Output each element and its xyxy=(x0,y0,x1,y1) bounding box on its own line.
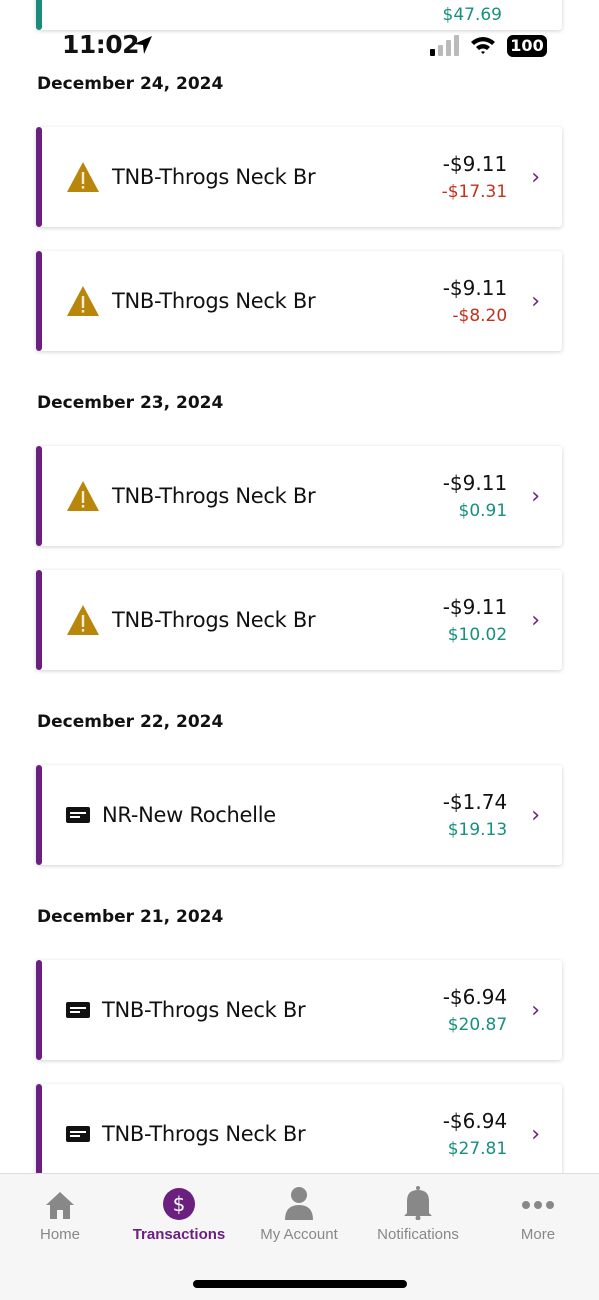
date-header: December 23, 2024 xyxy=(37,393,224,413)
home-indicator xyxy=(193,1280,407,1288)
transaction-name: TNB-Throgs Neck Br xyxy=(102,1122,306,1146)
balance: $10.02 xyxy=(447,625,508,645)
amount: -$9.11 xyxy=(442,471,508,495)
date-header: December 24, 2024 xyxy=(37,74,224,94)
chevron-right-icon: › xyxy=(531,802,540,828)
balance: $0.91 xyxy=(458,501,508,521)
balance: -$8.20 xyxy=(452,306,508,326)
more-icon xyxy=(478,1186,598,1220)
balance: $20.87 xyxy=(447,1015,508,1035)
amount: -$9.11 xyxy=(442,276,508,300)
battery-icon: 100 xyxy=(507,35,547,57)
person-icon xyxy=(239,1186,359,1220)
tab-label: Notifications xyxy=(377,1226,459,1243)
clock: 11:02 xyxy=(62,30,140,59)
chevron-right-icon: › xyxy=(531,164,540,190)
message-icon xyxy=(66,1002,90,1018)
card-accent-bar xyxy=(36,446,42,546)
location-arrow-icon xyxy=(134,36,152,54)
signal-icon xyxy=(430,35,459,56)
tab-label: My Account xyxy=(260,1226,338,1243)
amount: -$9.11 xyxy=(442,595,508,619)
home-icon xyxy=(0,1186,120,1220)
chevron-right-icon: › xyxy=(531,997,540,1023)
transaction-card[interactable]: $47.69 xyxy=(36,0,562,30)
message-icon xyxy=(66,1126,90,1142)
status-bar: 11:02 100 xyxy=(0,30,599,64)
tab-home[interactable]: Home xyxy=(0,1186,120,1243)
transaction-name: TNB-Throgs Neck Br xyxy=(112,484,316,508)
bell-icon xyxy=(358,1186,478,1220)
card-accent-bar xyxy=(36,765,42,865)
card-accent-bar xyxy=(36,251,42,351)
amount: -$1.74 xyxy=(442,790,508,814)
card-accent-bar xyxy=(36,1084,42,1184)
tab-label: Home xyxy=(39,1226,80,1243)
wifi-icon xyxy=(471,37,495,54)
transaction-name: TNB-Throgs Neck Br xyxy=(102,998,306,1022)
tab-notifications[interactable]: Notifications xyxy=(358,1186,478,1243)
amount: -$6.94 xyxy=(442,985,508,1009)
balance: $19.13 xyxy=(447,820,508,840)
transaction-name: TNB-Throgs Neck Br xyxy=(112,165,316,189)
chevron-right-icon: › xyxy=(531,607,540,633)
warning-icon xyxy=(66,604,100,636)
warning-icon xyxy=(66,480,100,512)
tab-label: More xyxy=(520,1226,556,1243)
tab-my-account[interactable]: My Account xyxy=(239,1186,359,1243)
transaction-card[interactable]: TNB-Throgs Neck Br -$6.94 $20.87 › xyxy=(36,960,562,1060)
tab-transactions[interactable]: $ Transactions xyxy=(119,1186,239,1243)
balance: -$17.31 xyxy=(441,182,508,202)
card-accent-bar xyxy=(36,127,42,227)
tab-label: Transactions xyxy=(132,1226,226,1243)
transaction-list[interactable]: $47.69 December 24, 2024 TNB-Throgs Neck… xyxy=(0,0,599,1184)
transaction-card[interactable]: TNB-Throgs Neck Br -$9.11 -$8.20 › xyxy=(36,251,562,351)
transaction-card[interactable]: TNB-Throgs Neck Br -$9.11 $0.91 › xyxy=(36,446,562,546)
card-accent-bar xyxy=(36,570,42,670)
card-accent-bar xyxy=(36,0,42,30)
date-header: December 22, 2024 xyxy=(37,712,224,732)
warning-icon xyxy=(66,161,100,193)
message-icon xyxy=(66,807,90,823)
svg-text:$: $ xyxy=(173,1192,186,1216)
chevron-right-icon: › xyxy=(531,1121,540,1147)
warning-icon xyxy=(66,285,100,317)
balance: $27.81 xyxy=(447,1139,508,1159)
transaction-name: TNB-Throgs Neck Br xyxy=(112,608,316,632)
amount: -$9.11 xyxy=(442,152,508,176)
transaction-card[interactable]: TNB-Throgs Neck Br -$6.94 $27.81 › xyxy=(36,1084,562,1184)
transaction-card[interactable]: NR-New Rochelle -$1.74 $19.13 › xyxy=(36,765,562,865)
balance: $47.69 xyxy=(442,5,502,25)
transaction-name: TNB-Throgs Neck Br xyxy=(112,289,316,313)
tab-more[interactable]: More xyxy=(478,1186,598,1243)
date-header: December 21, 2024 xyxy=(37,907,224,927)
card-accent-bar xyxy=(36,960,42,1060)
chevron-right-icon: › xyxy=(531,483,540,509)
transaction-card[interactable]: TNB-Throgs Neck Br -$9.11 -$17.31 › xyxy=(36,127,562,227)
dollar-icon: $ xyxy=(119,1186,239,1220)
transaction-name: NR-New Rochelle xyxy=(102,803,276,827)
chevron-right-icon: › xyxy=(531,288,540,314)
transaction-card[interactable]: TNB-Throgs Neck Br -$9.11 $10.02 › xyxy=(36,570,562,670)
amount: -$6.94 xyxy=(442,1109,508,1133)
